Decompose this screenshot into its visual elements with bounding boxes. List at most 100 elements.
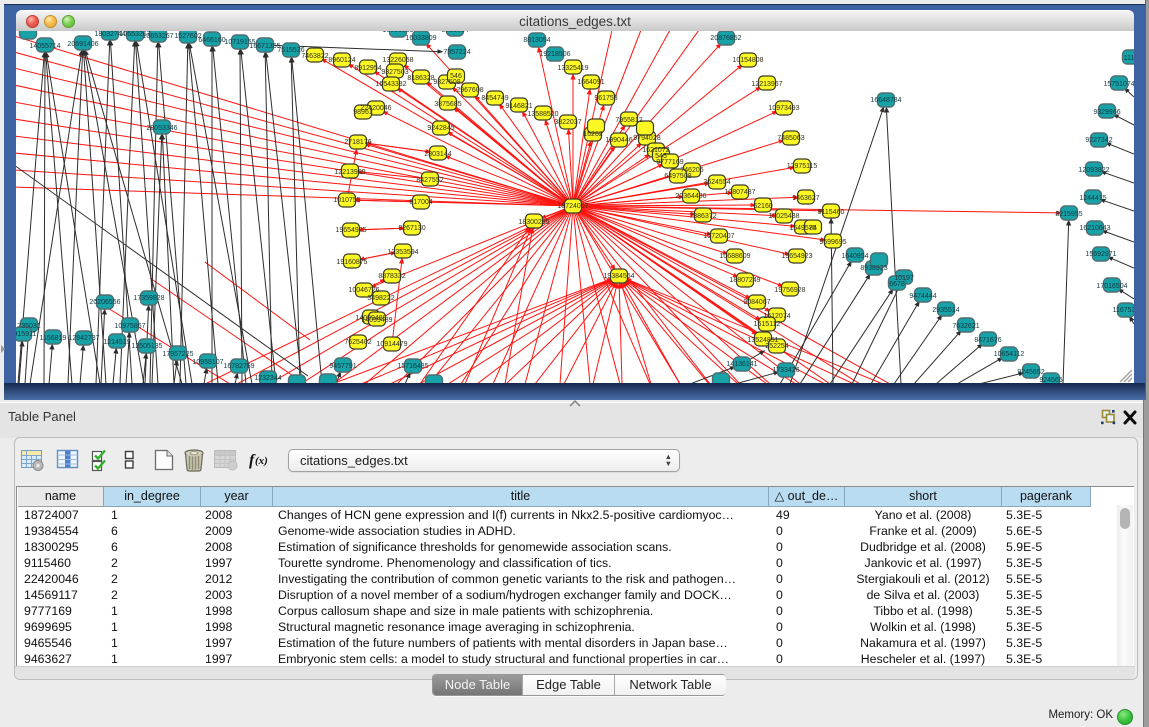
- svg-text:7485063: 7485063: [777, 135, 804, 142]
- svg-text:10653267: 10653267: [142, 33, 173, 40]
- svg-text:20053346: 20053346: [146, 125, 177, 132]
- svg-text:1232344: 1232344: [254, 375, 281, 382]
- svg-text:10654112: 10654112: [994, 351, 1025, 358]
- svg-text:9146821: 9146821: [505, 103, 532, 110]
- svg-text:8960124: 8960124: [328, 57, 355, 64]
- svg-text:18300295: 18300295: [518, 219, 549, 226]
- svg-text:1167535: 1167535: [1113, 307, 1134, 314]
- svg-text:3875685: 3875685: [434, 101, 461, 108]
- svg-text:16543382: 16543382: [375, 81, 406, 88]
- svg-text:817004: 817004: [409, 199, 432, 206]
- svg-text:10958107: 10958107: [192, 359, 223, 366]
- svg-text:9329966: 9329966: [1093, 109, 1120, 116]
- svg-text:15716485: 15716485: [397, 363, 428, 370]
- svg-text:9245652: 9245652: [1017, 369, 1044, 376]
- svg-text:8427552: 8427552: [416, 177, 443, 184]
- svg-text:2967608: 2967608: [456, 87, 483, 94]
- svg-text:20691406: 20691406: [67, 41, 98, 48]
- svg-text:17016504: 17016504: [1096, 283, 1127, 290]
- svg-text:16033809: 16033809: [405, 35, 436, 42]
- svg-text:8912954: 8912954: [354, 65, 381, 72]
- svg-text:1214519: 1214519: [103, 339, 130, 346]
- svg-text:252254: 252254: [765, 343, 788, 350]
- svg-text:7955812: 7955812: [615, 117, 642, 124]
- svg-text:9699695: 9699695: [819, 239, 846, 246]
- svg-text:7857224: 7857224: [443, 49, 470, 56]
- svg-text:9794028: 9794028: [633, 135, 660, 142]
- svg-text:8186328: 8186328: [407, 75, 434, 82]
- svg-text:1156819: 1156819: [40, 335, 67, 342]
- svg-text:10046726: 10046726: [348, 287, 379, 294]
- svg-text:8813054: 8813054: [523, 37, 550, 44]
- svg-text:8215955: 8215955: [1055, 211, 1082, 218]
- svg-text:3915911: 3915911: [16, 331, 36, 338]
- svg-text:1244415: 1244415: [1079, 195, 1106, 202]
- svg-text:8878332: 8878332: [378, 273, 405, 280]
- svg-text:14136141: 14136141: [726, 361, 757, 368]
- svg-text:19756928: 19756928: [774, 287, 805, 294]
- svg-text:1664091: 1664091: [577, 79, 604, 86]
- svg-text:8471676: 8471676: [974, 337, 1001, 344]
- svg-text:1990446: 1990446: [605, 137, 632, 144]
- svg-text:7386372: 7386372: [689, 213, 716, 220]
- svg-text:2935514: 2935514: [932, 307, 959, 314]
- svg-text:6497508: 6497508: [664, 173, 691, 180]
- svg-text:15692971: 15692971: [1085, 251, 1116, 258]
- svg-text:12213969: 12213969: [334, 169, 365, 176]
- svg-text:10973493: 10973493: [768, 105, 799, 112]
- svg-text:9463627: 9463627: [792, 195, 819, 202]
- svg-text:19160875: 19160875: [336, 259, 367, 266]
- svg-text:10025438: 10025438: [768, 213, 799, 220]
- svg-text:546: 546: [450, 73, 462, 80]
- svg-text:10975867: 10975867: [114, 323, 145, 330]
- svg-text:84: 84: [809, 225, 817, 232]
- svg-text:10688609: 10688609: [719, 253, 750, 260]
- svg-text:17957225: 17957225: [162, 351, 193, 358]
- svg-text:16648784: 16648784: [870, 97, 901, 104]
- svg-text:14055714: 14055714: [29, 43, 60, 50]
- svg-text:19384554: 19384554: [603, 273, 634, 280]
- svg-text:12975115: 12975115: [787, 163, 818, 170]
- svg-text:3624554: 3624554: [703, 179, 730, 186]
- svg-text:7625402: 7625402: [344, 339, 371, 346]
- svg-text:19654925: 19654925: [335, 227, 366, 234]
- svg-text:9115460: 9115460: [818, 209, 845, 216]
- svg-text:924565: 924565: [1039, 377, 1062, 383]
- svg-text:17359928: 17359928: [133, 295, 164, 302]
- svg-text:15751074: 15751074: [1103, 81, 1134, 88]
- svg-text:18724007: 18724007: [557, 203, 588, 210]
- svg-text:1733426: 1733426: [772, 367, 799, 374]
- svg-text:19218506: 19218506: [539, 51, 570, 58]
- svg-text:12505135: 12505135: [131, 343, 162, 350]
- svg-text:9777169: 9777169: [656, 159, 683, 166]
- svg-text:12942737: 12942737: [68, 335, 99, 342]
- svg-text:1612074: 1612074: [763, 313, 790, 320]
- svg-text:7463822: 7463822: [301, 53, 328, 60]
- svg-text:3822037: 3822037: [554, 119, 581, 126]
- svg-text:1615112: 1615112: [754, 321, 781, 328]
- svg-text:9457791: 9457791: [329, 363, 356, 370]
- svg-text:62160: 62160: [753, 203, 773, 210]
- svg-text:9242845: 9242845: [427, 125, 454, 132]
- svg-text:16210643: 16210643: [1079, 225, 1110, 232]
- svg-text:8267130: 8267130: [398, 225, 425, 232]
- svg-text:13226058: 13226058: [382, 57, 413, 64]
- svg-text:10914479: 10914479: [376, 341, 407, 348]
- svg-text:8938923: 8938923: [860, 265, 887, 272]
- svg-text:18807249: 18807249: [729, 277, 760, 284]
- svg-text:9327508: 9327508: [433, 79, 460, 86]
- svg-text:16782759: 16782759: [223, 363, 254, 370]
- svg-text:19654923: 19654923: [781, 253, 812, 260]
- svg-text:2803144: 2803144: [424, 151, 451, 158]
- svg-text:1010755: 1010755: [333, 197, 360, 204]
- svg-text:10154808: 10154808: [732, 57, 763, 64]
- svg-text:20364436: 20364436: [675, 193, 706, 200]
- svg-text:8813054: 8813054: [441, 31, 468, 34]
- svg-text:1117: 1117: [1124, 55, 1134, 62]
- svg-text:8454749: 8454749: [481, 95, 508, 102]
- svg-text:98961: 98961: [353, 109, 373, 116]
- svg-text:14099489: 14099489: [361, 317, 392, 324]
- svg-text:9227342: 9227342: [1085, 137, 1112, 144]
- svg-text:6466160: 6466160: [198, 37, 225, 44]
- svg-text:15720407: 15720407: [703, 233, 734, 240]
